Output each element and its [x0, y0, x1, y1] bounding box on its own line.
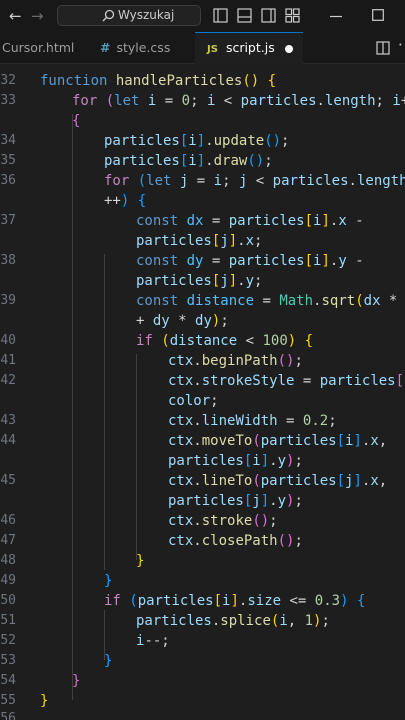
tab-cursor-html[interactable]: Cursor.html: [0, 32, 86, 64]
command-center-search[interactable]: Wyszukaj: [57, 5, 201, 26]
line-number: 55: [0, 693, 16, 708]
line-number: 33: [0, 93, 16, 108]
line-number: 54: [0, 673, 16, 688]
code-line: 51 particles.splice(i, 1);: [0, 613, 330, 629]
line-number: 53: [0, 653, 16, 668]
code-line: 49}: [0, 573, 113, 589]
code-line: particles[j].x;: [136, 233, 263, 249]
code-line: ++) {: [104, 193, 147, 209]
customize-layout-icon[interactable]: [285, 8, 300, 23]
code-line: 37 const dx = particles[i].x -: [0, 213, 364, 229]
line-number: 56: [0, 711, 16, 720]
line-number: 43: [0, 413, 16, 428]
line-number: 47: [0, 533, 16, 548]
code-line: 50 if (particles[i].size <= 0.3) {: [0, 593, 366, 609]
line-number: 38: [0, 253, 16, 268]
line-number: 35: [0, 153, 16, 168]
code-editor[interactable]: 32 function handleParticles() { 33 for (le…: [0, 64, 405, 720]
code-line: particles[j].y);: [168, 493, 303, 509]
line-number: 51: [0, 613, 16, 628]
minimize-icon[interactable]: [330, 15, 342, 18]
code-line: color;: [168, 393, 219, 409]
line-number: 36: [0, 173, 16, 188]
line-number: 32: [0, 73, 16, 88]
line-number: 45: [0, 473, 16, 488]
code-line: 44 ctx.moveTo(particles[i].x,: [0, 433, 388, 449]
tab-style-css[interactable]: # style.css: [100, 32, 192, 64]
search-icon: [102, 9, 115, 22]
line-number: 34: [0, 133, 16, 148]
arrow-right-icon[interactable]: →: [31, 6, 44, 26]
line-number: 52: [0, 633, 16, 648]
line-number: 40: [0, 333, 16, 348]
code-line: 41 ctx.beginPath();: [0, 353, 303, 369]
search-label: Wyszukaj: [118, 8, 175, 22]
code-line: 42ctx.strokeStyle = particles[i].: [0, 373, 405, 389]
code-line: 48}: [0, 553, 145, 569]
toggle-panel-icon[interactable]: [237, 8, 252, 23]
line-number: 37: [0, 213, 16, 228]
title-bar: ← → Wyszukaj: [0, 0, 405, 32]
code-line: 33 for (let i = 0; i < particles.length; …: [0, 93, 405, 109]
split-editor-icon[interactable]: [376, 41, 390, 55]
code-line: 52 i--;: [0, 633, 170, 649]
code-line: 54}: [0, 673, 81, 689]
code-line: 43 ctx.lineWidth = 0.2;: [0, 413, 337, 429]
line-number: 44: [0, 433, 16, 448]
line-number: 41: [0, 353, 16, 368]
code-line: 47 ctx.closePath();: [0, 533, 303, 549]
line-number: 48: [0, 553, 16, 568]
code-line: 53}: [0, 653, 113, 669]
line-number: 42: [0, 373, 16, 388]
code-line: 35 particles[i].draw();: [0, 153, 273, 169]
code-line: {: [72, 113, 81, 129]
code-line: particles[j].y;: [136, 273, 263, 289]
toggle-secondary-sidebar-icon[interactable]: [261, 8, 276, 23]
more-actions-icon[interactable]: ·: [398, 36, 403, 54]
unsaved-dot-icon[interactable]: [285, 45, 293, 53]
code-line: 32 function handleParticles() {: [0, 73, 277, 89]
editor-tab-bar: Cursor.html # style.css JS script.js ·: [0, 32, 405, 64]
code-line: 46 ctx.stroke();: [0, 513, 278, 529]
code-line: particles[i].y);: [168, 453, 303, 469]
code-line: 40 if (distance < 100) {: [0, 333, 314, 349]
code-line: 34 particles[i].update();: [0, 133, 290, 149]
toggle-primary-sidebar-icon[interactable]: [213, 8, 228, 23]
tab-label: Cursor.html: [2, 40, 75, 55]
code-line: 45 ctx.lineTo(particles[j].x,: [0, 473, 388, 489]
arrow-left-icon[interactable]: ←: [9, 6, 22, 26]
tab-script-js[interactable]: JS script.js: [195, 32, 303, 64]
code-line: 56: [0, 709, 405, 720]
css-file-icon: #: [100, 40, 111, 55]
line-number: 39: [0, 293, 16, 308]
line-number: 49: [0, 573, 16, 588]
js-file-icon: JS: [207, 44, 218, 55]
tab-label: script.js: [225, 40, 275, 55]
maximize-icon[interactable]: [372, 9, 384, 21]
code-line: 55}: [0, 693, 49, 709]
line-number: 50: [0, 593, 16, 608]
code-line: 39const distance = Math.sqrt(dx * dx: [0, 293, 405, 309]
line-number: 46: [0, 513, 16, 528]
tab-label: style.css: [116, 40, 171, 55]
code-line: 38 const dy = particles[i].y -: [0, 253, 364, 269]
code-line: 36for (let j = i; j < particles.length; …: [0, 173, 405, 189]
code-line: + dy * dy);: [136, 313, 229, 329]
